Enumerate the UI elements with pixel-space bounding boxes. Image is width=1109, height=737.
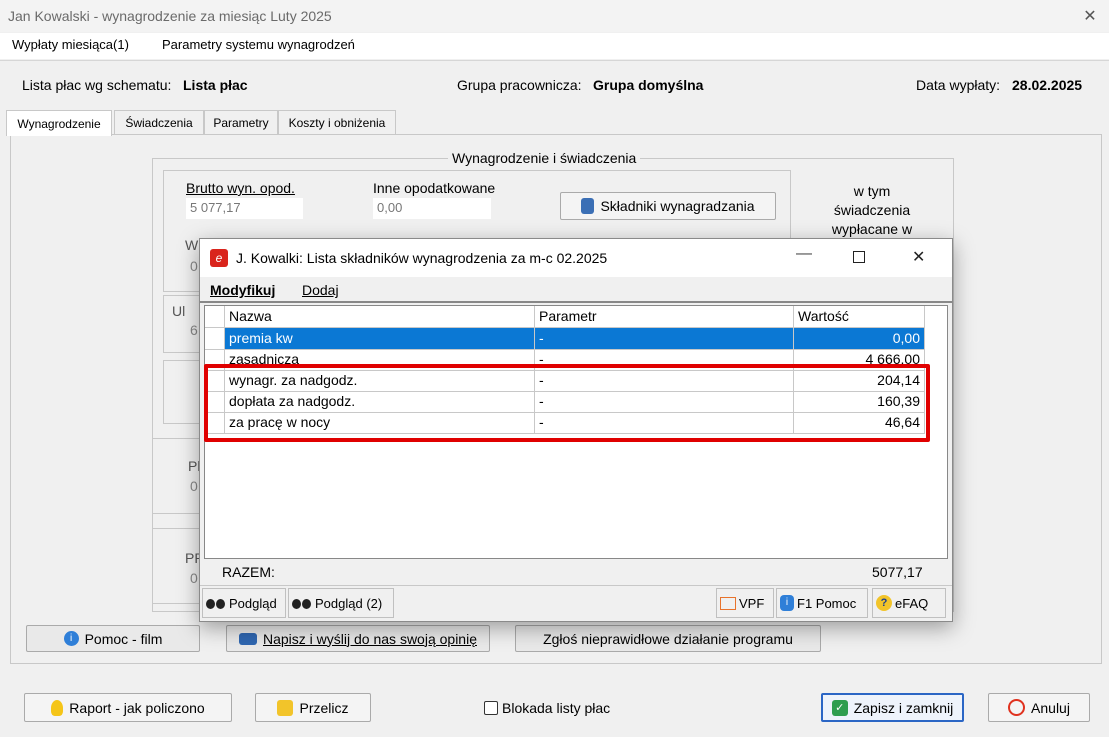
menubar: Wypłaty miesiąca(1) Parametry systemu wy…	[0, 33, 1109, 59]
blokada-label: Blokada listy płac	[502, 700, 611, 716]
podglad2-label: Podgląd (2)	[315, 595, 383, 611]
col-parametr[interactable]: Parametr	[535, 306, 794, 327]
help-icon: ?	[876, 595, 892, 611]
vpf-label: VPF	[739, 595, 765, 611]
napisz-button[interactable]: Napisz i wyślij do nas swoją opinię	[226, 625, 490, 652]
tab-parametry[interactable]: Parametry	[204, 110, 278, 135]
minimize-icon[interactable]: —	[796, 245, 812, 263]
monitor-icon	[720, 596, 736, 610]
menu-dodaj[interactable]: Dodaj	[302, 282, 339, 298]
window-titlebar: Jan Kowalski - wynagrodzenie za miesiąc …	[0, 0, 1109, 32]
skladniki-button[interactable]: Składniki wynagradzania	[560, 192, 776, 220]
napisz-label: Napisz i wyślij do nas swoją opinię	[263, 630, 477, 647]
envelope-icon	[239, 632, 257, 645]
blokada-checkbox[interactable]: Blokada listy płac	[484, 700, 610, 716]
w-tym-text: w tym świadczenia wypłacane w	[812, 182, 932, 239]
pl-box	[152, 438, 204, 514]
przelicz-label: Przelicz	[299, 699, 349, 716]
zglos-button[interactable]: Zgłoś nieprawidłowe działanie programu	[515, 625, 821, 652]
col-nazwa[interactable]: Nazwa	[225, 306, 535, 327]
brutto-label: Brutto wyn. opod.	[186, 180, 295, 196]
row-parametr: -	[535, 328, 794, 349]
podglad-button[interactable]: Podgląd	[202, 588, 286, 618]
raport-button[interactable]: Raport - jak policzono	[24, 693, 232, 722]
frag-0b: 0	[190, 478, 198, 494]
f1-pomoc-label: F1 Pomoc	[797, 595, 857, 611]
przelicz-button[interactable]: Przelicz	[255, 693, 371, 722]
header-info: Lista płac wg schematu: Lista płac Grupa…	[0, 60, 1109, 105]
dialog-footer: Podgląd Podgląd (2) VPF i F1 Pomoc ? eFA…	[200, 585, 952, 620]
checkmark-icon: ✓	[831, 699, 848, 716]
menu-wyplaty[interactable]: Wypłaty miesiąca(1)	[12, 37, 129, 52]
podglad2-button[interactable]: Podgląd (2)	[288, 588, 394, 618]
group-label: Grupa pracownicza:	[457, 77, 582, 93]
inne-label: Inne opodatkowane	[373, 180, 496, 196]
lightbulb-icon	[51, 699, 64, 716]
podglad-label: Podgląd	[229, 595, 277, 611]
menu-modyfikuj[interactable]: Modyfikuj	[210, 282, 275, 298]
calculator-icon	[277, 699, 294, 716]
table-row[interactable]: premia kw - 0,00	[205, 328, 925, 350]
tab-swiadczenia[interactable]: Świadczenia	[114, 110, 204, 135]
menu-parametry[interactable]: Parametry systemu wynagrodzeń	[162, 37, 355, 52]
frag-6: 6	[190, 322, 198, 338]
sum-value: 5077,17	[872, 564, 923, 580]
schema-value: Lista płac	[183, 77, 248, 93]
raport-label: Raport - jak policzono	[69, 699, 205, 716]
anuluj-label: Anuluj	[1031, 699, 1070, 716]
dialog-titlebar: e J. Kowalki: Lista składników wynagrodz…	[200, 239, 952, 277]
date-label: Data wypłaty:	[916, 77, 1001, 93]
app-icon: e	[210, 249, 228, 267]
skladniki-label: Składniki wynagradzania	[600, 198, 755, 214]
anuluj-button[interactable]: Anuluj	[988, 693, 1090, 722]
group-value: Grupa domyślna	[593, 77, 704, 93]
window-title: Jan Kowalski - wynagrodzenie za miesiąc …	[8, 8, 332, 24]
frag-ul: Ul	[172, 303, 186, 319]
vpf-button[interactable]: VPF	[716, 588, 774, 618]
w-tym-line3: wypłacane w	[831, 221, 913, 237]
grid-header: Nazwa Parametr Wartość	[205, 306, 925, 328]
frag-0a: 0	[190, 258, 198, 274]
summary-row: RAZEM: 5077,17	[204, 561, 946, 583]
inne-field[interactable]: 0,00	[373, 198, 491, 219]
info-icon: i	[63, 631, 79, 646]
row-nazwa: premia kw	[225, 328, 535, 349]
document-icon	[581, 198, 595, 214]
dialog-close-icon[interactable]: ✕	[912, 247, 925, 267]
pp-box	[152, 528, 204, 604]
efaq-label: eFAQ	[895, 595, 929, 611]
dialog-menubar: Modyfikuj Dodaj	[200, 277, 952, 303]
sum-label: RAZEM:	[222, 564, 275, 580]
pomoc-film-label: Pomoc - film	[84, 630, 163, 647]
maximize-icon[interactable]	[853, 251, 865, 263]
zapisz-label: Zapisz i zamknij	[853, 699, 954, 716]
brutto-field[interactable]: 5 077,17	[186, 198, 303, 219]
frag-0c: 0	[190, 570, 198, 586]
dialog-title: J. Kowalki: Lista składników wynagrodzen…	[236, 250, 608, 266]
binoculars-icon	[292, 596, 312, 610]
row-wartosc: 0,00	[794, 328, 925, 349]
groupbox-title: Wynagrodzenie i świadczenia	[448, 150, 641, 166]
col-wartosc[interactable]: Wartość	[794, 306, 925, 327]
w-tym-line2: świadczenia	[833, 202, 911, 218]
row-indicator	[205, 328, 225, 349]
tab-koszty[interactable]: Koszty i obniżenia	[278, 110, 396, 135]
cancel-icon	[1008, 699, 1026, 716]
info-icon: i	[780, 595, 794, 611]
close-icon[interactable]: ✕	[1076, 4, 1104, 28]
schema-label: Lista płac wg schematu:	[22, 77, 172, 93]
highlight-box	[204, 364, 930, 442]
date-value: 28.02.2025	[1012, 77, 1083, 93]
binoculars-icon	[206, 596, 226, 610]
checkbox-box[interactable]	[484, 701, 498, 715]
frag-w: W	[185, 237, 199, 253]
zapisz-button[interactable]: ✓ Zapisz i zamknij	[821, 693, 964, 722]
f1-pomoc-button[interactable]: i F1 Pomoc	[776, 588, 868, 618]
header-indicator	[205, 306, 225, 327]
efaq-button[interactable]: ? eFAQ	[872, 588, 946, 618]
tab-wynagrodzenie[interactable]: Wynagrodzenie	[6, 110, 112, 136]
pomoc-film-button[interactable]: i Pomoc - film	[26, 625, 200, 652]
w-tym-line1: w tym	[853, 183, 891, 199]
